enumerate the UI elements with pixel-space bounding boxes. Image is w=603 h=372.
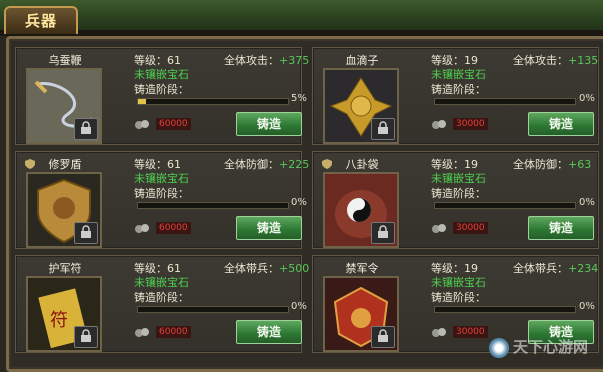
weapon-slot[interactable] xyxy=(323,172,399,248)
weapon-card: 护军符 符 等级：61 全体带兵：+500 未镶嵌宝石 铸造阶段： 0% 600… xyxy=(15,255,309,353)
weapon-name: 禁军令 xyxy=(345,262,379,275)
lock-button[interactable] xyxy=(74,222,98,244)
forge-button[interactable]: 铸造 xyxy=(236,216,302,240)
forge-stage-label: 铸造阶段： xyxy=(134,291,189,304)
forge-percent: 0% xyxy=(579,301,595,312)
forge-stage-label: 铸造阶段： xyxy=(431,83,486,96)
lock-button[interactable] xyxy=(371,222,395,244)
weapon-name: 乌蚕鞭 xyxy=(48,54,82,67)
forge-progress-bar xyxy=(137,202,289,209)
forge-percent: 5% xyxy=(291,93,307,104)
stat-row: 全体带兵：+500 xyxy=(224,262,310,275)
weapon-name: 八卦袋 xyxy=(345,158,379,171)
lock-button[interactable] xyxy=(74,326,98,348)
lock-icon xyxy=(378,121,388,134)
site-watermark: 天下心游网 xyxy=(489,333,599,361)
forge-button[interactable]: 铸造 xyxy=(236,320,302,344)
stat-row: 全体攻击：+375 xyxy=(224,54,310,67)
weapons-panel: 乌蚕鞭 等级：61 全体攻击：+375 未镶嵌宝石 铸造阶段： 5% 60000… xyxy=(6,36,603,372)
gem-status: 未镶嵌宝石 xyxy=(134,172,189,185)
weapon-name: 修罗盾 xyxy=(48,158,82,171)
tab-weapons[interactable]: 兵器 xyxy=(4,6,78,34)
forge-button[interactable]: 铸造 xyxy=(528,112,594,136)
ore-icon xyxy=(135,120,149,129)
gem-status: 未镶嵌宝石 xyxy=(134,68,189,81)
forge-progress-bar xyxy=(137,306,289,313)
forge-percent: 0% xyxy=(291,197,307,208)
forge-stage-label: 铸造阶段： xyxy=(431,291,486,304)
forge-cost: 60000 xyxy=(156,326,191,338)
weapon-card: 血滴子 等级：19 全体攻击：+135 未镶嵌宝石 铸造阶段： 0% 30000… xyxy=(312,47,599,145)
lock-button[interactable] xyxy=(371,326,395,348)
forge-percent: 0% xyxy=(579,93,595,104)
lock-button[interactable] xyxy=(74,118,98,140)
forge-cost: 60000 xyxy=(156,118,191,130)
watermark-logo-icon xyxy=(489,337,509,358)
forge-percent: 0% xyxy=(291,301,307,312)
forge-percent: 0% xyxy=(579,197,595,208)
forge-cost: 30000 xyxy=(453,326,488,338)
forge-progress-bar xyxy=(434,98,576,105)
weapon-card: 修罗盾 等级：61 全体防御：+225 未镶嵌宝石 铸造阶段： 0% 60000… xyxy=(15,151,309,249)
stat-row: 全体防御：+225 xyxy=(224,158,310,171)
forge-progress-fill xyxy=(138,99,146,104)
top-background xyxy=(0,0,603,36)
ore-icon xyxy=(135,328,149,337)
weapon-slot[interactable] xyxy=(323,68,399,144)
forge-progress-bar xyxy=(434,202,576,209)
weapon-card: 乌蚕鞭 等级：61 全体攻击：+375 未镶嵌宝石 铸造阶段： 5% 60000… xyxy=(15,47,309,145)
lock-icon xyxy=(378,329,388,342)
gem-status: 未镶嵌宝石 xyxy=(431,172,486,185)
ore-icon xyxy=(432,120,446,129)
lock-icon xyxy=(378,225,388,238)
forge-button[interactable]: 铸造 xyxy=(528,216,594,240)
gem-status: 未镶嵌宝石 xyxy=(134,276,189,289)
forge-stage-label: 铸造阶段： xyxy=(431,187,486,200)
lock-button[interactable] xyxy=(371,118,395,140)
stat-row: 全体防御：+63 xyxy=(513,158,592,171)
forge-cost: 60000 xyxy=(156,222,191,234)
forge-stage-label: 铸造阶段： xyxy=(134,83,189,96)
stat-row: 全体攻击：+135 xyxy=(513,54,599,67)
forge-cost: 30000 xyxy=(453,118,488,130)
forge-progress-bar xyxy=(137,98,289,105)
weapon-card: 八卦袋 等级：19 全体防御：+63 未镶嵌宝石 铸造阶段： 0% 30000 … xyxy=(312,151,599,249)
lock-icon xyxy=(81,329,91,342)
stat-row: 全体带兵：+234 xyxy=(513,262,599,275)
lock-icon xyxy=(81,121,91,134)
gem-status: 未镶嵌宝石 xyxy=(431,276,486,289)
weapon-slot[interactable] xyxy=(26,68,102,144)
lock-icon xyxy=(81,225,91,238)
weapon-slot[interactable] xyxy=(323,276,399,352)
weapon-name: 护军符 xyxy=(48,262,82,275)
forge-button[interactable]: 铸造 xyxy=(236,112,302,136)
ore-icon xyxy=(135,224,149,233)
ore-icon xyxy=(432,224,446,233)
weapon-name: 血滴子 xyxy=(345,54,379,67)
weapon-slot[interactable]: 符 xyxy=(26,276,102,352)
forge-progress-bar xyxy=(434,306,576,313)
forge-stage-label: 铸造阶段： xyxy=(134,187,189,200)
ore-icon xyxy=(432,328,446,337)
gem-status: 未镶嵌宝石 xyxy=(431,68,486,81)
svg-text:符: 符 xyxy=(50,310,68,331)
weapon-slot[interactable] xyxy=(26,172,102,248)
forge-cost: 30000 xyxy=(453,222,488,234)
